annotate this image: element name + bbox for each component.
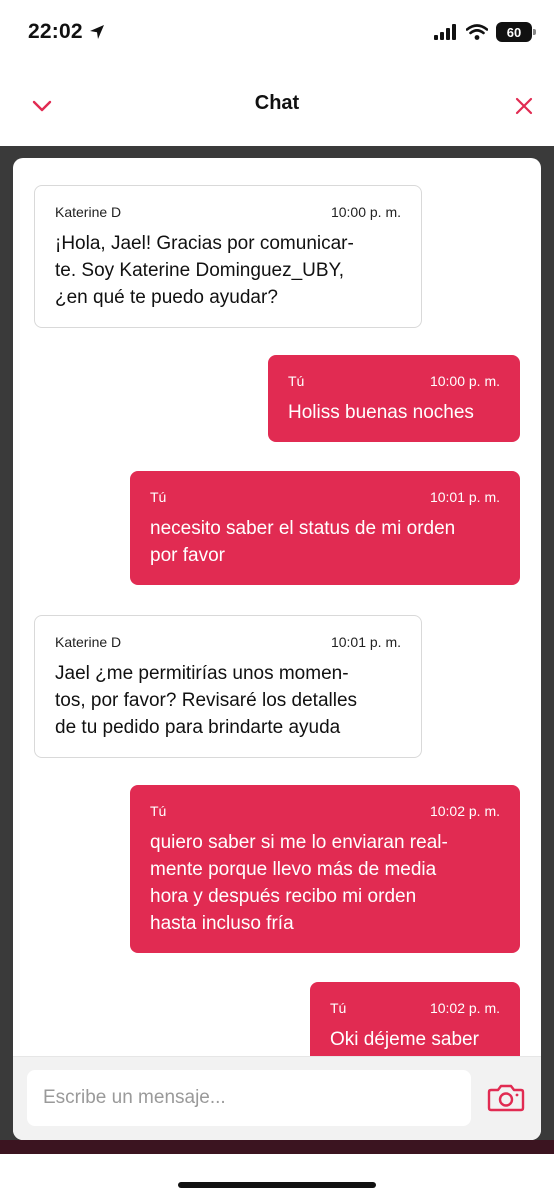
close-button[interactable] bbox=[510, 92, 538, 120]
camera-button[interactable] bbox=[487, 1083, 525, 1113]
message-meta: Katerine D 10:00 p. m. bbox=[55, 204, 401, 220]
message-sender: Katerine D bbox=[55, 634, 122, 650]
message-sender: Tú bbox=[330, 1000, 347, 1016]
location-arrow-icon bbox=[89, 25, 104, 39]
battery-level: 60 bbox=[506, 24, 522, 40]
incoming-message: Katerine D 10:00 p. m. ¡Hola, Jael! Grac… bbox=[34, 185, 422, 328]
message-meta: Tú 10:00 p. m. bbox=[288, 373, 500, 389]
outgoing-message: Tú 10:01 p. m. necesito saber el status … bbox=[130, 471, 520, 585]
message-meta: Katerine D 10:01 p. m. bbox=[55, 634, 401, 650]
chat-panel: Katerine D 10:00 p. m. ¡Hola, Jael! Grac… bbox=[13, 158, 541, 1140]
status-indicators: 60 bbox=[434, 22, 536, 42]
message-text: Holiss buenas noches bbox=[288, 402, 474, 423]
status-time: 22:02 bbox=[28, 20, 83, 43]
message-time: 10:00 p. m. bbox=[330, 204, 401, 220]
clock: 22:02 bbox=[28, 20, 105, 44]
signal-icon bbox=[434, 24, 456, 40]
camera-icon bbox=[487, 1084, 525, 1112]
message-time: 10:02 p. m. bbox=[429, 1000, 500, 1016]
message-time: 10:01 p. m. bbox=[330, 634, 401, 650]
message-time: 10:01 p. m. bbox=[429, 489, 500, 505]
message-time: 10:00 p. m. bbox=[429, 373, 500, 389]
message-text: necesito saber el status de mi orden por… bbox=[150, 518, 456, 566]
message-text: quiero saber si me lo enviaran real- men… bbox=[150, 832, 448, 934]
message-sender: Katerine D bbox=[55, 204, 122, 220]
outgoing-message: Tú 10:00 p. m. Holiss buenas noches bbox=[268, 355, 520, 442]
message-text: ¡Hola, Jael! Gracias por comunicar- te. … bbox=[55, 233, 354, 308]
wifi-icon bbox=[466, 24, 488, 40]
message-text: Jael ¿me permitirías unos momen- tos, po… bbox=[55, 663, 358, 738]
incoming-message: Katerine D 10:01 p. m. Jael ¿me permitir… bbox=[34, 615, 422, 758]
page-title: Chat bbox=[254, 92, 300, 114]
composer-bar bbox=[13, 1056, 541, 1140]
message-time: 10:02 p. m. bbox=[429, 803, 500, 819]
battery-indicator: 60 bbox=[496, 22, 536, 42]
message-sender: Tú bbox=[150, 803, 167, 819]
outgoing-message: Tú 10:02 p. m. quiero saber si me lo env… bbox=[130, 785, 520, 953]
message-text: Oki déjeme saber bbox=[330, 1029, 479, 1050]
message-sender: Tú bbox=[288, 373, 305, 389]
message-meta: Tú 10:01 p. m. bbox=[150, 489, 500, 505]
message-list[interactable]: Katerine D 10:00 p. m. ¡Hola, Jael! Grac… bbox=[13, 158, 541, 1056]
message-meta: Tú 10:02 p. m. bbox=[150, 803, 500, 819]
home-indicator[interactable] bbox=[178, 1182, 376, 1188]
message-meta: Tú 10:02 p. m. bbox=[330, 1000, 500, 1016]
bottom-strip bbox=[0, 1140, 554, 1154]
chat-header: Chat bbox=[0, 66, 554, 146]
outgoing-message: Tú 10:02 p. m. Oki déjeme saber bbox=[310, 982, 520, 1056]
close-icon bbox=[515, 97, 533, 115]
message-sender: Tú bbox=[150, 489, 167, 505]
status-bar: 22:02 60 bbox=[0, 0, 554, 66]
message-input[interactable] bbox=[27, 1070, 471, 1126]
